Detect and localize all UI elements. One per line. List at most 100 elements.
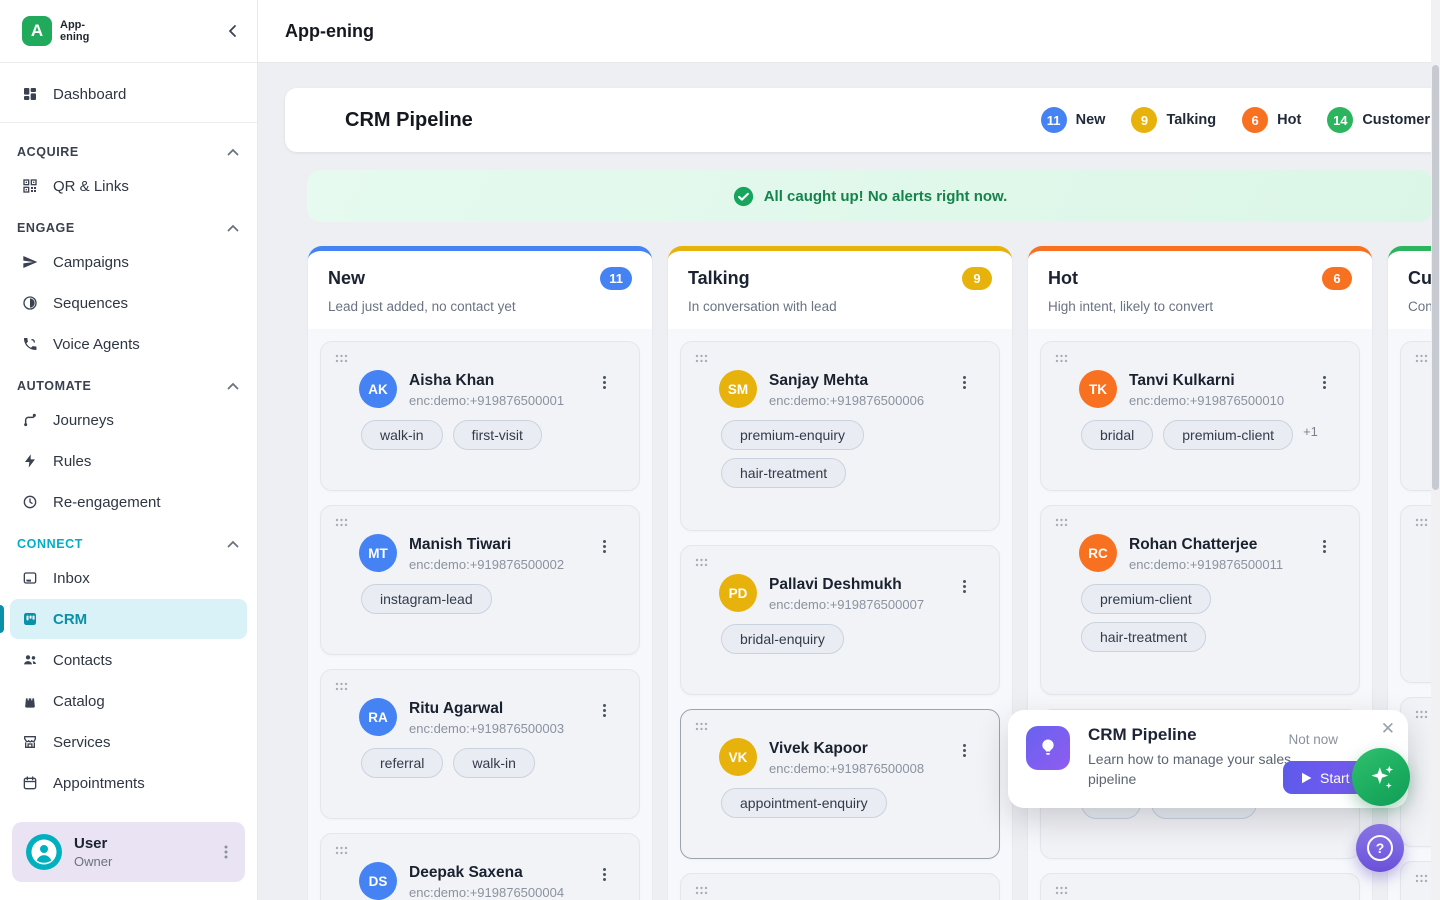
lead-card[interactable]: TK Tanvi Kulkarni enc:demo:+919876500010…	[1040, 341, 1360, 491]
sidebar-item-dashboard[interactable]: Dashboard	[10, 74, 247, 114]
stage-count-badge: 11	[1041, 107, 1067, 133]
user-avatar	[26, 834, 62, 870]
sidebar-item-campaigns[interactable]: Campaigns	[10, 242, 247, 282]
drag-handle-icon[interactable]	[695, 558, 708, 567]
tag-chip: walk-in	[361, 420, 443, 450]
lead-card[interactable]: MT Manish Tiwari enc:demo:+919876500002 …	[320, 505, 640, 655]
kebab-menu-icon[interactable]	[958, 579, 971, 594]
sidebar-item-inbox[interactable]: Inbox	[10, 558, 247, 598]
kebab-menu-icon[interactable]	[1318, 539, 1331, 554]
sidebar-item-services[interactable]: Services	[10, 722, 247, 762]
stage-count-badge: 9	[1131, 107, 1157, 133]
send-icon	[22, 254, 38, 270]
avatar: MT	[359, 534, 397, 572]
sidebar-section-engage[interactable]: ENGAGE	[0, 207, 257, 241]
divider	[0, 122, 257, 123]
kebab-menu-icon[interactable]	[1318, 375, 1331, 390]
sidebar-section-connect[interactable]: CONNECT	[0, 523, 257, 557]
lead-phone: enc:demo:+919876500004	[409, 885, 586, 900]
kebab-menu-icon[interactable]	[958, 375, 971, 390]
stage-new: 11 New	[1041, 107, 1106, 133]
lead-card[interactable]: DS Deepak Saxena enc:demo:+919876500004	[320, 833, 640, 900]
lead-card[interactable]: RA Ritu Agarwal enc:demo:+919876500003 r…	[320, 669, 640, 819]
lead-name: Aisha Khan	[409, 371, 586, 390]
kebab-menu-icon[interactable]	[598, 703, 611, 718]
lead-card[interactable]: RC Rohan Chatterjee enc:demo:+9198765000…	[1040, 505, 1360, 695]
close-icon[interactable]: ✕	[1381, 720, 1395, 737]
stage-count-badge: 6	[1242, 107, 1268, 133]
drag-handle-icon[interactable]	[335, 846, 348, 855]
drag-handle-icon[interactable]	[1055, 886, 1068, 895]
help-icon: ?	[1367, 835, 1393, 861]
sidebar-item-qr-links[interactable]: QR & Links	[10, 166, 247, 206]
sidebar-item-crm[interactable]: CRM	[10, 599, 247, 639]
drag-handle-icon[interactable]	[1415, 874, 1428, 883]
help-button[interactable]: ?	[1356, 824, 1404, 872]
drag-handle-icon[interactable]	[695, 886, 708, 895]
avatar: VK	[719, 738, 757, 776]
chevron-up-icon	[227, 382, 239, 390]
drag-handle-icon[interactable]	[1415, 354, 1428, 363]
sidebar-item-contacts[interactable]: Contacts	[10, 640, 247, 680]
sidebar-section-acquire[interactable]: ACQUIRE	[0, 131, 257, 165]
lead-phone: enc:demo:+919876500008	[769, 761, 946, 776]
column-new: New 11 Lead just added, no contact yet A…	[308, 246, 652, 900]
lead-card[interactable]: AK Amit Kumar	[1040, 873, 1360, 900]
sidebar-item-sequences[interactable]: Sequences	[10, 283, 247, 323]
kanban-icon	[22, 611, 38, 627]
user-name: User	[74, 835, 112, 852]
drag-handle-icon[interactable]	[335, 682, 348, 691]
top-bar: App-ening	[258, 0, 1440, 63]
drag-handle-icon[interactable]	[1415, 518, 1428, 527]
lead-card[interactable]: VK Vivek Kapoor enc:demo:+919876500008 a…	[680, 709, 1000, 859]
drag-handle-icon[interactable]	[335, 518, 348, 527]
lead-name: Tanvi Kulkarni	[1129, 371, 1306, 390]
sidebar-section-automate[interactable]: AUTOMATE	[0, 365, 257, 399]
page-scrollbar[interactable]	[1431, 0, 1440, 900]
sidebar-item-voice-agents[interactable]: Voice Agents	[10, 324, 247, 364]
tag-chip: first-visit	[453, 420, 542, 450]
column-count-badge: 11	[600, 267, 632, 290]
kebab-menu-icon[interactable]	[598, 867, 611, 882]
drag-handle-icon[interactable]	[695, 722, 708, 731]
kebab-menu-icon[interactable]	[598, 539, 611, 554]
tag-chip: walk-in	[453, 748, 535, 778]
tag-chip: referral	[361, 748, 443, 778]
drag-handle-icon[interactable]	[1415, 710, 1428, 719]
kebab-menu-icon[interactable]	[219, 844, 233, 860]
drag-handle-icon[interactable]	[695, 354, 708, 363]
tag-chip: premium-client	[1081, 584, 1211, 614]
popup-title: CRM Pipeline	[1088, 725, 1197, 745]
user-card[interactable]: User Owner	[12, 822, 245, 882]
sidebar-item-rules[interactable]: Rules	[10, 441, 247, 481]
sidebar-item-catalog[interactable]: Catalog	[10, 681, 247, 721]
drag-handle-icon[interactable]	[1055, 354, 1068, 363]
sparkles-icon	[1365, 761, 1397, 793]
scrollbar-thumb[interactable]	[1432, 65, 1439, 490]
sidebar-item-label: Dashboard	[53, 86, 126, 103]
lead-card[interactable]: PD Pallavi Deshmukh enc:demo:+9198765000…	[680, 545, 1000, 695]
sidebar-item-journeys[interactable]: Journeys	[10, 400, 247, 440]
app-logo-icon: A	[22, 16, 52, 46]
ai-assistant-button[interactable]	[1352, 748, 1410, 806]
avatar: AK	[359, 370, 397, 408]
popup-body: Learn how to manage your sales pipeline	[1088, 750, 1293, 789]
kebab-menu-icon[interactable]	[598, 375, 611, 390]
lead-card[interactable]: NS Nandini Shetty	[680, 873, 1000, 900]
tag-chip: premium-client	[1163, 420, 1293, 450]
not-now-button[interactable]: Not now	[1288, 732, 1338, 747]
chevron-up-icon	[227, 224, 239, 232]
drag-handle-icon[interactable]	[335, 354, 348, 363]
lead-card[interactable]: AK Aisha Khan enc:demo:+919876500001 wal…	[320, 341, 640, 491]
column-subtitle: High intent, likely to convert	[1048, 299, 1352, 314]
sidebar-item-appointments[interactable]: Appointments	[10, 763, 247, 803]
column-talking: Talking 9 In conversation with lead SM S…	[668, 246, 1012, 900]
sidebar-collapse-icon[interactable]	[225, 23, 241, 39]
column-header: Talking 9 In conversation with lead	[668, 251, 1012, 329]
drag-handle-icon[interactable]	[1055, 518, 1068, 527]
lead-card[interactable]: SM Sanjay Mehta enc:demo:+919876500006 p…	[680, 341, 1000, 531]
tag-chip: hair-treatment	[1081, 622, 1206, 652]
kebab-menu-icon[interactable]	[958, 743, 971, 758]
stage-summary: 11 New 9 Talking 6 Hot 14 Customer	[1041, 107, 1430, 133]
sidebar-item-re-engagement[interactable]: Re-engagement	[10, 482, 247, 522]
